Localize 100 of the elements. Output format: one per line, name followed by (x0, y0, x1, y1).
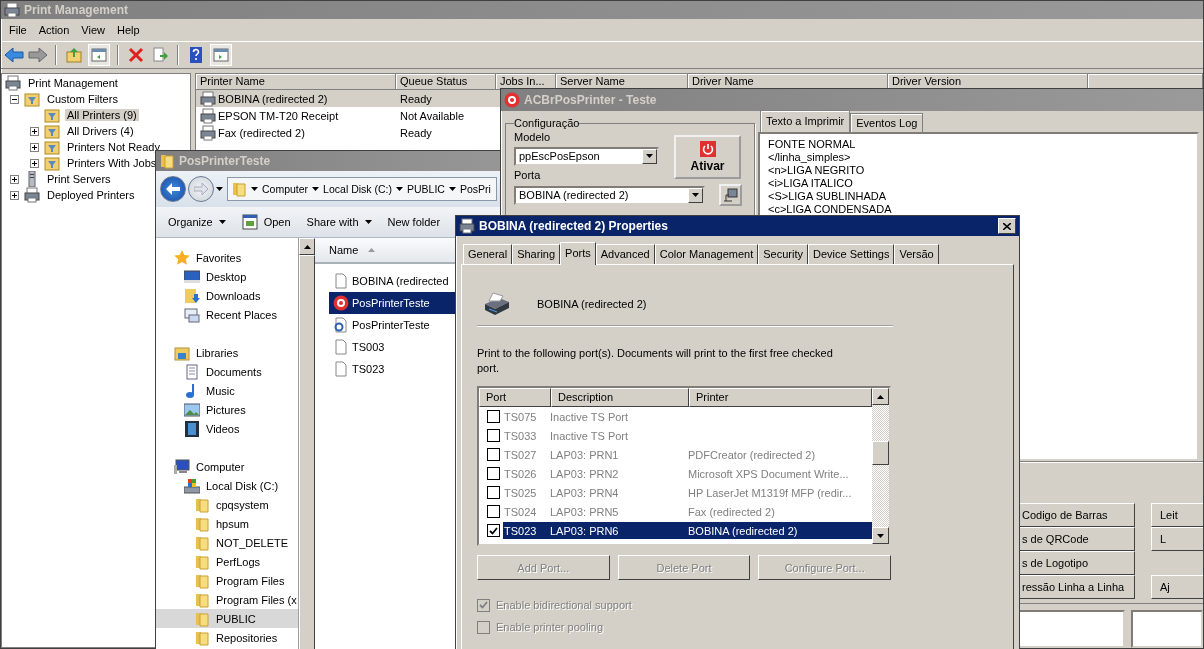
column-header[interactable]: Port (479, 388, 551, 407)
nav-item[interactable]: Libraries (156, 343, 298, 362)
new-folder-button[interactable]: New folder (387, 216, 441, 228)
address-bar[interactable]: Computer Local Disk (C:) PUBLIC PosPri (227, 177, 497, 201)
column-header[interactable]: Description (551, 388, 689, 407)
scroll-thumb[interactable] (872, 441, 889, 465)
nav-item[interactable]: Repositories (156, 628, 298, 647)
text-line: FONTE NORMAL (768, 138, 857, 151)
checkbox[interactable] (487, 505, 500, 518)
tree-item[interactable]: Print Management (26, 77, 120, 89)
checkbox[interactable] (487, 524, 500, 537)
menu-item[interactable]: File (3, 24, 33, 36)
table-cell-text: Microsoft XPS Document Write... (687, 467, 850, 480)
tab[interactable]: Versão (894, 244, 939, 264)
table-cell-text: TS026 (503, 467, 538, 480)
menu-button[interactable]: Organize (168, 216, 226, 228)
nav-item[interactable]: Recent Places (156, 305, 298, 324)
nav-item[interactable]: PUBLIC (156, 609, 298, 628)
tab[interactable]: Device Settings (808, 244, 895, 264)
action-button[interactable]: Leit (1151, 503, 1203, 527)
breadcrumb-item[interactable]: Local Disk (C:) (323, 183, 392, 195)
folder-icon (194, 534, 210, 551)
tree-item[interactable]: Printers With Jobs (65, 157, 159, 169)
action-button[interactable]: Aj (1151, 575, 1203, 599)
forward-button[interactable] (28, 45, 48, 65)
nav-item[interactable]: Desktop (156, 267, 298, 286)
scrollbar[interactable] (298, 238, 315, 649)
close-button[interactable] (998, 218, 1016, 234)
back-button[interactable] (4, 45, 24, 65)
nav-item[interactable]: Music (156, 381, 298, 400)
tree-item[interactable]: Deployed Printers (45, 189, 137, 201)
port-row[interactable]: TS027 LAP03: PRN1 PDFCreator (redirected 2) (503, 446, 872, 463)
text-line: <S>LIGA SUBLINHADA (768, 190, 887, 203)
table-cell-text: LAP03: PRN1 (549, 448, 620, 461)
port-search-button[interactable] (719, 184, 742, 206)
column-header[interactable]: Printer (689, 388, 872, 407)
nav-item[interactable]: Favorites (156, 248, 298, 267)
nav-item[interactable]: cpqsystem (156, 495, 298, 514)
open-button[interactable]: Open (241, 214, 291, 230)
tab[interactable]: Sharing (512, 244, 561, 264)
menu-item[interactable]: Action (32, 24, 76, 36)
file-icon (333, 361, 349, 377)
port-row[interactable]: TS075 Inactive TS Port (503, 408, 872, 425)
tree-item[interactable]: All Drivers (4) (65, 125, 136, 137)
tree-item[interactable]: Printers Not Ready (65, 141, 162, 153)
breadcrumb-item[interactable]: PosPri (459, 183, 491, 195)
port-row[interactable]: TS023 LAP03: PRN6 BOBINA (redirected 2) (503, 522, 872, 539)
port-row[interactable]: TS033 Inactive TS Port (503, 427, 872, 444)
printer-icon (200, 107, 216, 124)
tab[interactable]: Texto a Imprimir (760, 110, 851, 132)
checkbox[interactable] (487, 429, 500, 442)
scrollbar[interactable] (872, 388, 889, 544)
tab[interactable]: Eventos Log (850, 113, 924, 132)
nav-item[interactable]: Downloads (156, 286, 298, 305)
menu-button[interactable]: Share with (306, 216, 372, 228)
tree-item[interactable]: Custom Filters (45, 93, 120, 105)
forward-button[interactable] (188, 176, 214, 202)
nav-item[interactable]: Videos (156, 419, 298, 438)
tab[interactable]: Color Management (654, 244, 759, 264)
nav-item[interactable]: Local Disk (C:) (156, 476, 298, 495)
menu-item[interactable]: View (75, 24, 111, 36)
port-row[interactable]: TS025 LAP03: PRN4 HP LaserJet M1319f MFP (redir... (503, 484, 872, 501)
tab[interactable]: Ports (560, 242, 596, 265)
tab[interactable]: General (463, 244, 513, 264)
tab[interactable]: Security (758, 244, 808, 264)
printer-row[interactable]: BOBINA (redirected 2) Ready (196, 90, 501, 107)
pane-icon (91, 47, 107, 63)
nav-item[interactable]: Computer (156, 457, 298, 476)
nav-item[interactable]: Program Files (x (156, 590, 298, 609)
toggle-action-pane-button[interactable] (210, 44, 232, 66)
port-row[interactable]: TS026 LAP03: PRN2 Microsoft XPS Document Write... (503, 465, 872, 482)
export-button[interactable] (150, 45, 170, 65)
nav-item[interactable]: hpsum (156, 514, 298, 533)
tree-item[interactable]: All Printers (9) (65, 109, 139, 121)
tab[interactable]: Advanced (595, 244, 655, 264)
tree-item[interactable]: Print Servers (45, 173, 113, 185)
printer-icon (200, 124, 216, 141)
menu-item[interactable]: Help (110, 24, 146, 36)
nav-item[interactable]: Program Files (156, 571, 298, 590)
delete-button[interactable] (126, 45, 146, 65)
nav-item[interactable]: PerfLogs (156, 552, 298, 571)
checkbox[interactable] (487, 410, 500, 423)
back-button[interactable] (160, 176, 186, 202)
checkbox[interactable] (487, 467, 500, 480)
checkbox[interactable] (487, 486, 500, 499)
action-button[interactable]: L (1151, 527, 1203, 551)
text-line: <i>LIGA ITALICO (768, 177, 854, 190)
breadcrumb-item[interactable]: Computer (262, 183, 309, 195)
nav-item[interactable]: Pictures (156, 400, 298, 419)
activate-button[interactable]: Ativar (674, 135, 741, 179)
port-select[interactable]: BOBINA (redirected 2) (514, 185, 705, 205)
column-header[interactable]: Queue Status (396, 74, 496, 90)
column-header[interactable]: Printer Name (196, 74, 396, 90)
port-row[interactable]: TS024 LAP03: PRN5 Fax (redirected 2) (503, 503, 872, 520)
breadcrumb-item[interactable]: PUBLIC (406, 183, 445, 195)
checkbox[interactable] (487, 448, 500, 461)
nav-item[interactable]: Documents (156, 362, 298, 381)
model-select[interactable]: ppEscPosEpson (514, 146, 659, 166)
toggle-tree-button[interactable] (88, 44, 110, 66)
nav-item[interactable]: NOT_DELETE (156, 533, 298, 552)
